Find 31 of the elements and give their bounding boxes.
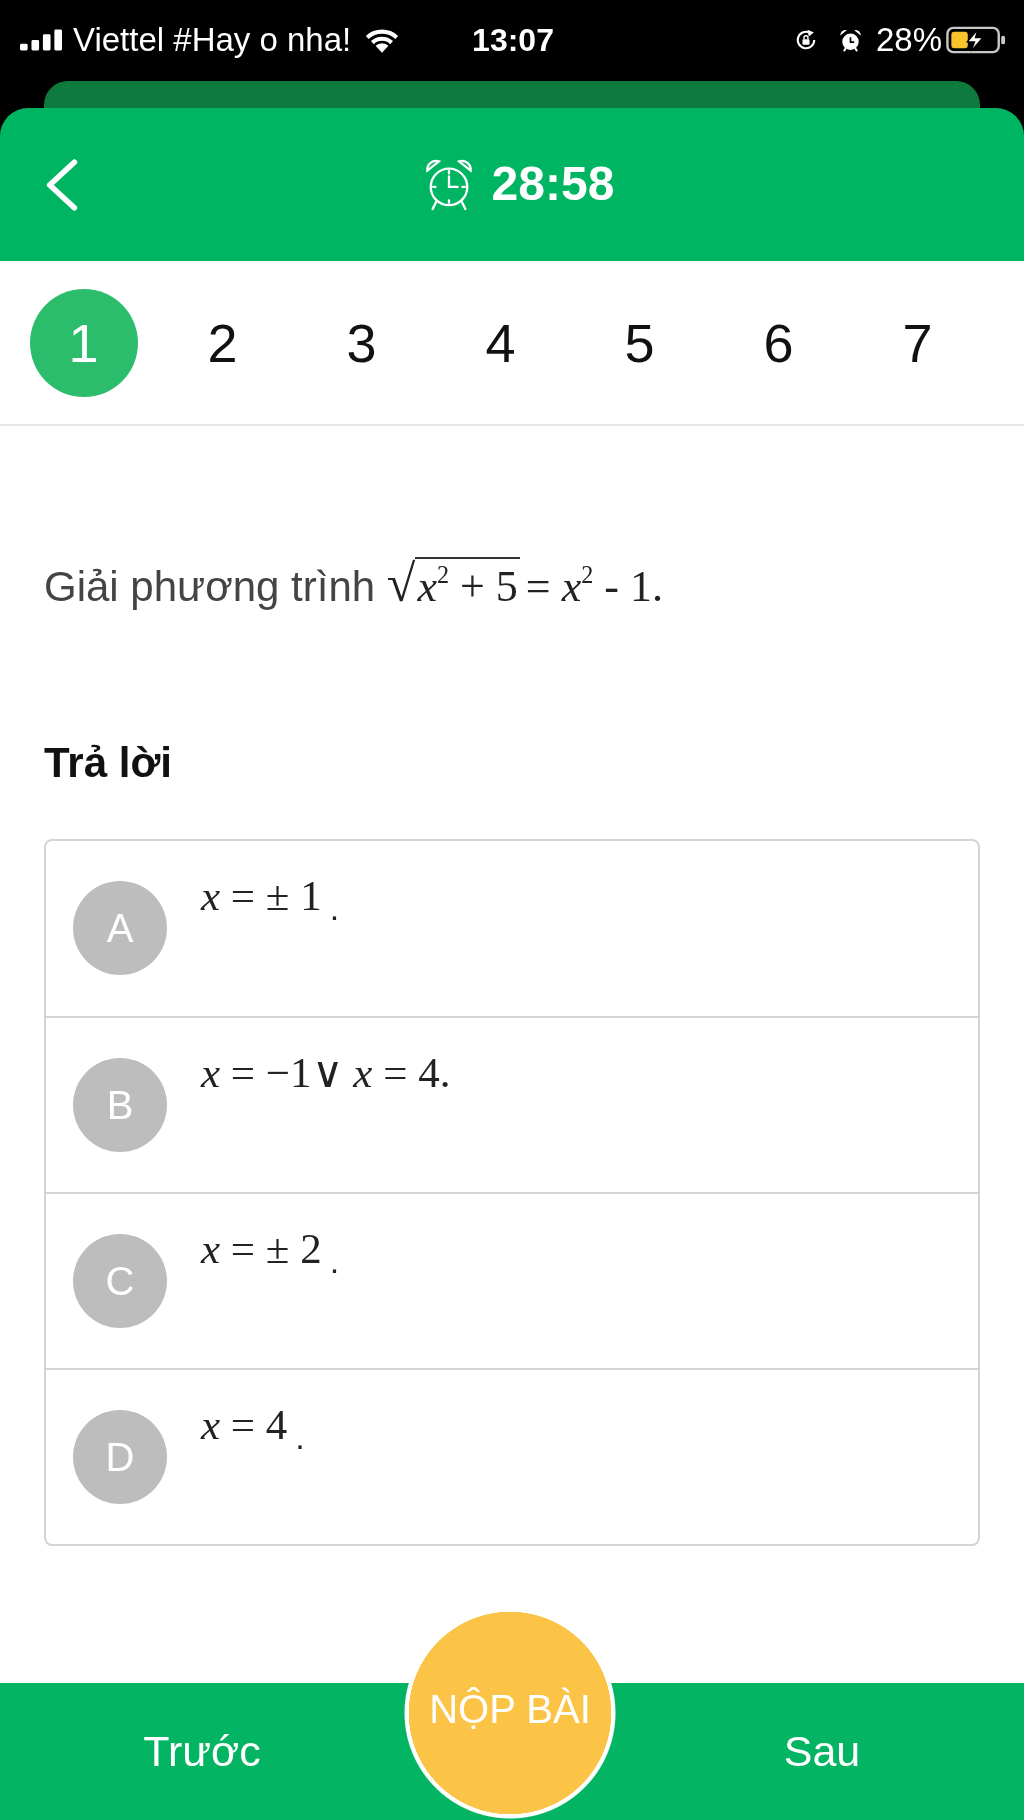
answer-formula: x = 4 $_{.}$ [201,1400,305,1458]
back-button[interactable] [44,157,80,212]
orientation-lock-icon [794,29,817,52]
alarm-icon [838,29,862,52]
option-letter: A [73,881,167,976]
battery-percentage: 28% [875,22,942,59]
answer-formula: x = ± 2 $_{.}$ [201,1224,340,1282]
carrier-name: Viettel #Hay o nha! [73,22,352,59]
question-tab[interactable]: 7 [863,288,972,397]
alarm-clock-icon [423,157,474,212]
answer-formula: x = −1∨ x = 4. [201,1048,451,1099]
question-tab[interactable]: 2 [168,288,277,397]
option-letter: C [73,1234,167,1329]
back-icon [44,157,80,212]
question-tab[interactable]: 4 [446,288,555,397]
answer-option[interactable]: D x = 4 $_{.}$ [46,1368,978,1545]
option-letter: D [73,1410,167,1505]
question-tab[interactable]: 6 [724,288,833,397]
battery-icon [946,26,1006,55]
question-text: Giải phương trình √x$^{2}$ + 5 = x$^{2}$ - 1. [44,554,663,614]
countdown-timer: 28:58 [491,158,615,211]
clock-time: 13:07 [472,22,554,59]
question-tab[interactable]: 3 [307,288,416,397]
answer-formula: x = ± 1 $_{.}$ [201,871,340,929]
answer-heading: Trả lời [44,738,172,788]
answer-option[interactable]: B x = −1∨ x = 4. [46,1016,978,1193]
option-letter: B [73,1058,167,1153]
answer-option[interactable]: C x = ± 2 $_{.}$ [46,1192,978,1369]
answer-option[interactable]: A x = ± 1 $_{.}$ [46,841,978,1017]
signal-icon [20,29,62,52]
question-tab[interactable]: 5 [585,288,694,397]
